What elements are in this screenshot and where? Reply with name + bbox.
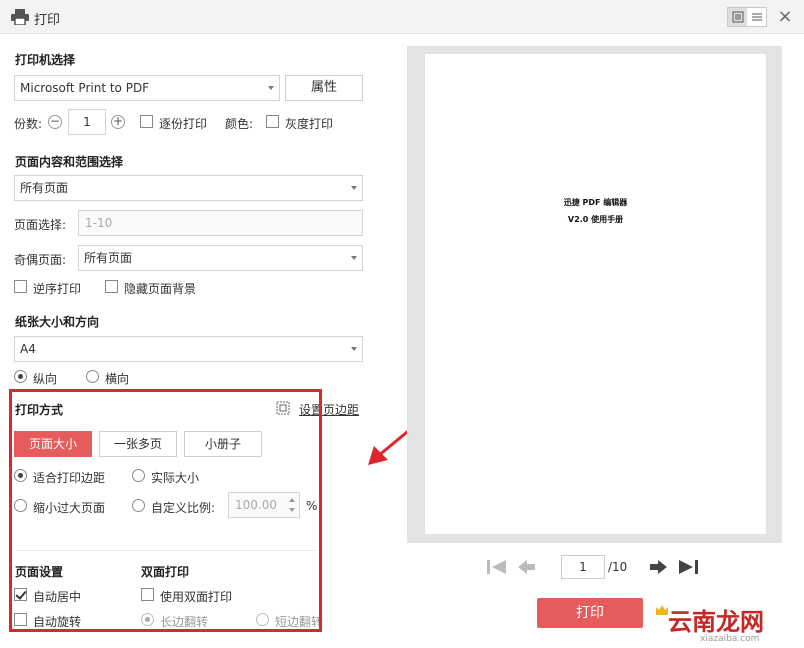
scale-value: 100.00 xyxy=(235,498,277,512)
duplex-checkbox[interactable] xyxy=(141,588,154,601)
odd-even-label: 奇偶页面: xyxy=(14,253,67,267)
copies-input[interactable]: 1 xyxy=(68,109,106,135)
custom-scale-label: 自定义比例: xyxy=(151,501,216,515)
paper-size-select[interactable]: A4 xyxy=(14,336,363,362)
title-bar: 打印 × xyxy=(0,0,804,34)
chevron-down-icon xyxy=(351,347,357,351)
hide-bg-checkbox[interactable] xyxy=(105,280,118,293)
percent-label: % xyxy=(306,499,318,513)
detail-view-icon[interactable] xyxy=(747,8,766,26)
long-edge-radio[interactable] xyxy=(141,613,154,626)
duplex-label: 使用双面打印 xyxy=(160,590,233,604)
chevron-down-icon xyxy=(268,86,274,90)
paper-size-value: A4 xyxy=(20,342,36,356)
preview-area: 迅捷 PDF 编辑器 V2.0 使用手册 xyxy=(407,46,782,543)
landscape-radio[interactable] xyxy=(86,370,99,383)
next-page-icon[interactable] xyxy=(648,559,668,575)
properties-button[interactable]: 属性 xyxy=(285,75,363,101)
window-title: 打印 xyxy=(34,13,61,28)
paper-section-title: 纸张大小和方向 xyxy=(15,315,100,329)
auto-rotate-label: 自动旋转 xyxy=(33,615,82,629)
short-edge-radio[interactable] xyxy=(256,613,269,626)
fit-margin-label: 适合打印边距 xyxy=(33,471,106,485)
watermark-url: xiazaiba.com xyxy=(700,634,760,644)
margin-icon xyxy=(276,401,290,415)
shrink-label: 缩小过大页面 xyxy=(33,501,106,515)
hide-bg-label: 隐藏页面背景 xyxy=(124,282,197,296)
tab-multi-page[interactable]: 一张多页 xyxy=(99,431,177,457)
last-page-icon[interactable] xyxy=(677,559,699,575)
scale-spinner-icon[interactable] xyxy=(286,494,298,516)
view-toggle[interactable] xyxy=(727,7,767,27)
custom-scale-radio[interactable] xyxy=(132,499,145,512)
page-select-label: 页面选择: xyxy=(14,218,67,232)
page-settings-title: 页面设置 xyxy=(15,565,64,579)
chevron-down-icon xyxy=(351,186,357,190)
odd-even-select[interactable]: 所有页面 xyxy=(78,245,363,271)
content-select-value: 所有页面 xyxy=(20,181,69,195)
print-mode-section-title: 打印方式 xyxy=(15,403,64,417)
landscape-label: 横向 xyxy=(105,372,130,386)
chevron-down-icon xyxy=(351,256,357,260)
fit-margin-radio[interactable] xyxy=(14,469,27,482)
reverse-label: 逆序打印 xyxy=(33,282,82,296)
first-page-icon[interactable] xyxy=(486,559,508,575)
reverse-checkbox[interactable] xyxy=(14,280,27,293)
preview-line-1: 迅捷 PDF 编辑器 xyxy=(563,198,628,207)
prev-page-icon[interactable] xyxy=(517,559,537,575)
auto-center-label: 自动居中 xyxy=(33,590,82,604)
tab-page-size[interactable]: 页面大小 xyxy=(14,431,92,457)
set-margin-link[interactable]: 设置页边距 xyxy=(299,401,359,418)
actual-size-radio[interactable] xyxy=(132,469,145,482)
odd-even-select-value: 所有页面 xyxy=(84,251,133,265)
collate-checkbox[interactable] xyxy=(140,115,153,128)
color-label: 颜色: xyxy=(225,117,254,131)
auto-center-checkbox[interactable] xyxy=(14,588,27,601)
printer-select[interactable]: Microsoft Print to PDF xyxy=(14,75,280,101)
content-select[interactable]: 所有页面 xyxy=(14,175,363,201)
plus-icon[interactable]: + xyxy=(111,115,125,129)
printer-section-title: 打印机选择 xyxy=(15,53,76,67)
printer-select-value: Microsoft Print to PDF xyxy=(20,81,150,95)
printer-icon xyxy=(11,9,29,25)
portrait-label: 纵向 xyxy=(33,372,58,386)
long-edge-label: 长边翻转 xyxy=(160,615,209,629)
shrink-radio[interactable] xyxy=(14,499,27,512)
short-edge-label: 短边翻转 xyxy=(275,615,324,629)
page-range-input[interactable]: 1-10 xyxy=(78,210,363,236)
auto-rotate-checkbox[interactable] xyxy=(14,613,27,626)
print-button[interactable]: 打印 xyxy=(537,598,643,628)
copies-label: 份数: xyxy=(14,117,43,131)
crown-icon xyxy=(656,605,668,615)
range-section-title: 页面内容和范围选择 xyxy=(15,155,124,169)
grayscale-label: 灰度打印 xyxy=(285,117,334,131)
portrait-radio[interactable] xyxy=(14,370,27,383)
tab-booklet[interactable]: 小册子 xyxy=(184,431,262,457)
collate-label: 逐份打印 xyxy=(159,117,208,131)
actual-size-label: 实际大小 xyxy=(151,471,200,485)
divider xyxy=(15,550,315,551)
page-number-input[interactable]: 1 xyxy=(561,555,605,579)
preview-line-2: V2.0 使用手册 xyxy=(567,215,624,224)
preview-page: 迅捷 PDF 编辑器 V2.0 使用手册 xyxy=(425,54,766,534)
duplex-title: 双面打印 xyxy=(141,565,190,579)
grayscale-checkbox[interactable] xyxy=(266,115,279,128)
list-view-icon[interactable] xyxy=(728,8,747,26)
minus-icon[interactable]: − xyxy=(48,115,62,129)
close-icon[interactable]: × xyxy=(774,6,796,28)
page-total: /10 xyxy=(608,560,628,574)
watermark-logo: 云南龙网 xyxy=(668,608,764,636)
